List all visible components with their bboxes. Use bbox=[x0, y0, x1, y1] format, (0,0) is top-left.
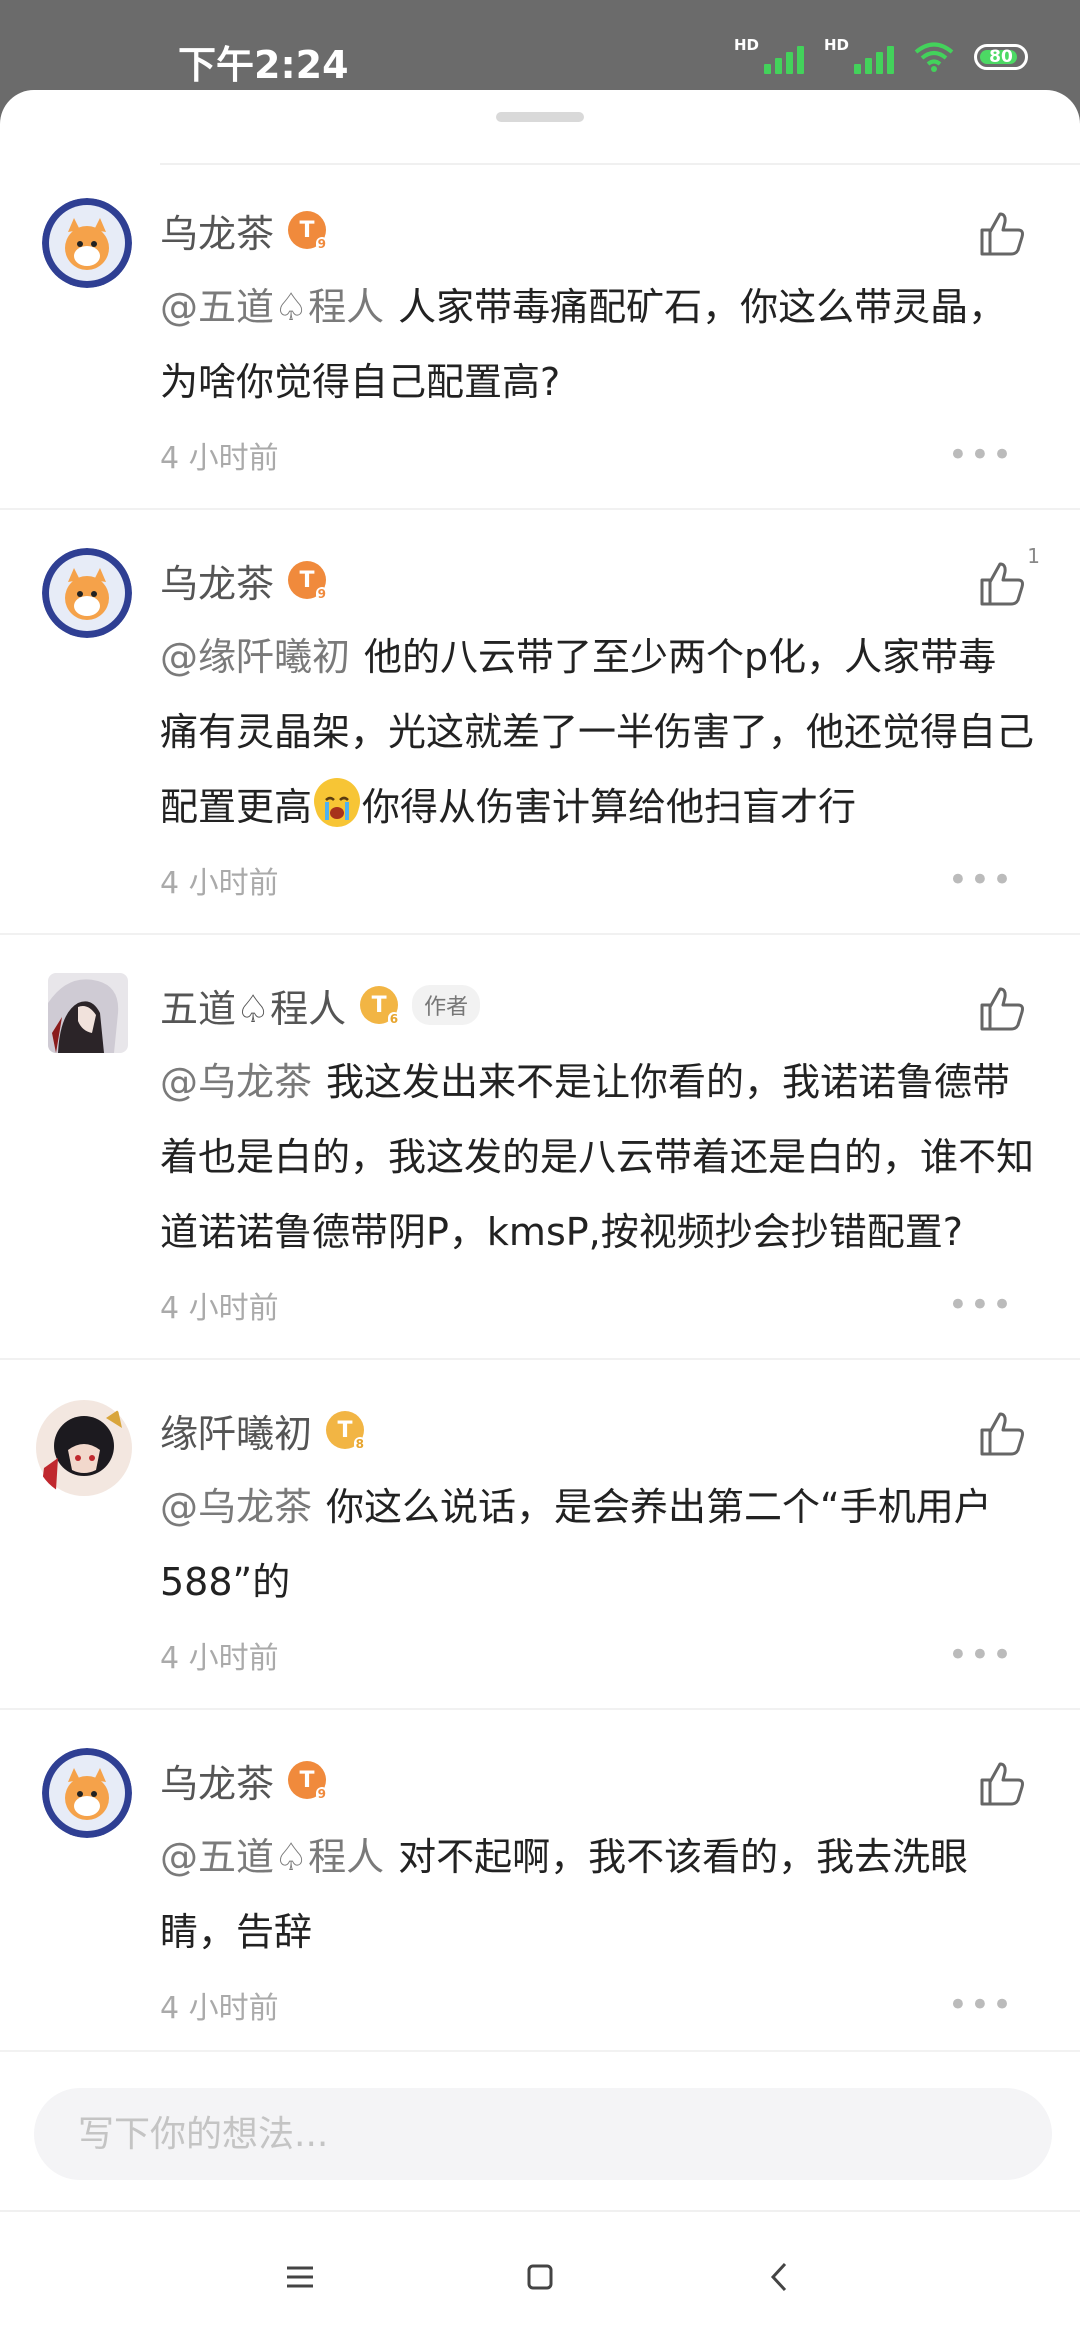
back-chevron-icon[interactable] bbox=[755, 2252, 805, 2302]
comment-time: 4 小时前 bbox=[160, 441, 279, 476]
avatar[interactable] bbox=[42, 1748, 132, 1838]
comment-time: 4 小时前 bbox=[160, 1291, 279, 1326]
avatar[interactable] bbox=[42, 198, 132, 288]
comment-meta: 4 小时前 ••• bbox=[160, 845, 1034, 915]
avatar[interactable] bbox=[48, 973, 128, 1053]
username[interactable]: 五道♤程人 bbox=[160, 978, 346, 1033]
comment-list[interactable]: 乌龙茶 T9 @五道♤程人 人家带毒痛配矿石，你这么带灵晶，为啥你觉得自己配置高?… bbox=[0, 190, 1080, 2140]
divider bbox=[160, 163, 1080, 165]
wifi-icon bbox=[914, 42, 954, 72]
level-badge: T6 bbox=[360, 986, 401, 1026]
mention-link[interactable]: @五道♤程人 bbox=[160, 285, 384, 329]
mention-link[interactable]: @乌龙茶 bbox=[160, 1485, 312, 1529]
comment-item: 乌龙茶 T9 @五道♤程人 人家带毒痛配矿石，你这么带灵晶，为啥你觉得自己配置高?… bbox=[0, 190, 1080, 510]
name-row: 乌龙茶 T9 bbox=[160, 540, 1034, 620]
more-dots-icon[interactable]: ••• bbox=[948, 860, 1014, 900]
comment-sheet: 乌龙茶 T9 @五道♤程人 人家带毒痛配矿石，你这么带灵晶，为啥你觉得自己配置高?… bbox=[0, 90, 1080, 2340]
comment-input-bar bbox=[0, 2050, 1080, 2212]
comment-time: 4 小时前 bbox=[160, 866, 279, 901]
name-row: 缘阡曦初 T8 bbox=[160, 1390, 1034, 1470]
hd-label-2: HD bbox=[824, 36, 850, 54]
thumbs-up-icon[interactable] bbox=[976, 208, 1028, 260]
thumbs-up-icon[interactable] bbox=[976, 1408, 1028, 1460]
status-icons: HD HD 80 bbox=[734, 36, 1028, 74]
username[interactable]: 乌龙茶 bbox=[160, 1753, 274, 1808]
menu-icon[interactable] bbox=[275, 2252, 325, 2302]
comment-item: 五道♤程人 T6 作者 @乌龙茶 我这发出来不是让你看的，我诺诺鲁德带着也是白的，… bbox=[0, 965, 1080, 1360]
drag-handle[interactable] bbox=[496, 112, 584, 122]
username[interactable]: 缘阡曦初 bbox=[160, 1403, 312, 1458]
more-dots-icon[interactable]: ••• bbox=[948, 435, 1014, 475]
comment-text: @乌龙茶 你这么说话，是会养出第二个“手机用户588”的 bbox=[160, 1485, 992, 1604]
comment-text: @五道♤程人 对不起啊，我不该看的，我去洗眼睛，告辞 bbox=[160, 1835, 969, 1954]
comment-meta: 4 小时前 ••• bbox=[160, 1270, 1034, 1340]
thumbs-up-icon[interactable] bbox=[976, 1758, 1028, 1810]
comment-input[interactable] bbox=[34, 2088, 1052, 2180]
comment-text: @缘阡曦初 他的八云带了至少两个p化，人家带毒痛有灵晶架，光这就差了一半伤害了，他… bbox=[160, 635, 1035, 829]
comment-time: 4 小时前 bbox=[160, 1641, 279, 1676]
hd-label: HD bbox=[734, 36, 760, 54]
name-row: 乌龙茶 T9 bbox=[160, 190, 1034, 270]
username[interactable]: 乌龙茶 bbox=[160, 203, 274, 258]
more-dots-icon[interactable]: ••• bbox=[948, 1985, 1014, 2025]
comment-item: 乌龙茶 T9 1 @缘阡曦初 他的八云带了至少两个p化，人家带毒痛有灵晶架，光这就… bbox=[0, 540, 1080, 935]
name-row: 五道♤程人 T6 作者 bbox=[160, 965, 1034, 1045]
comment-meta: 4 小时前 ••• bbox=[160, 1970, 1034, 2040]
more-dots-icon[interactable]: ••• bbox=[948, 1285, 1014, 1325]
crying-emoji-icon bbox=[314, 778, 361, 827]
level-badge: T9 bbox=[288, 561, 329, 601]
system-nav-bar bbox=[0, 2210, 1080, 2340]
thumbs-up-icon[interactable] bbox=[976, 558, 1028, 610]
battery-level: 80 bbox=[989, 47, 1013, 67]
mention-link[interactable]: @缘阡曦初 bbox=[160, 635, 350, 679]
username[interactable]: 乌龙茶 bbox=[160, 553, 274, 608]
avatar[interactable] bbox=[42, 548, 132, 638]
comment-time: 4 小时前 bbox=[160, 1991, 279, 2026]
more-dots-icon[interactable]: ••• bbox=[948, 1635, 1014, 1675]
signal-icon-2: HD bbox=[824, 36, 894, 74]
avatar[interactable] bbox=[34, 1398, 134, 1498]
status-time: 下午2:24 bbox=[178, 43, 349, 87]
comment-item: 乌龙茶 T9 @五道♤程人 对不起啊，我不该看的，我去洗眼睛，告辞 4 小时前 •… bbox=[0, 1740, 1080, 2058]
battery-icon: 80 bbox=[974, 44, 1028, 70]
comment-meta: 4 小时前 ••• bbox=[160, 1620, 1034, 1690]
thumbs-up-icon[interactable] bbox=[976, 983, 1028, 1035]
home-square-icon[interactable] bbox=[515, 2252, 565, 2302]
signal-icon: HD bbox=[734, 36, 804, 74]
name-row: 乌龙茶 T9 bbox=[160, 1740, 1034, 1820]
level-badge: T8 bbox=[326, 1411, 367, 1451]
comment-text: @乌龙茶 我这发出来不是让你看的，我诺诺鲁德带着也是白的，我这发的是八云带着还是白… bbox=[160, 1060, 1035, 1254]
mention-link[interactable]: @五道♤程人 bbox=[160, 1835, 384, 1879]
mention-link[interactable]: @乌龙茶 bbox=[160, 1060, 312, 1104]
level-badge: T9 bbox=[288, 211, 329, 251]
like-count: 1 bbox=[1027, 544, 1040, 568]
comment-item: 缘阡曦初 T8 @乌龙茶 你这么说话，是会养出第二个“手机用户588”的 4 小时… bbox=[0, 1390, 1080, 1710]
comment-meta: 4 小时前 ••• bbox=[160, 420, 1034, 490]
author-tag: 作者 bbox=[412, 985, 481, 1025]
comment-text: @五道♤程人 人家带毒痛配矿石，你这么带灵晶，为啥你觉得自己配置高? bbox=[160, 285, 1007, 404]
level-badge: T9 bbox=[288, 1761, 329, 1801]
status-bar: 下午2:24 HD HD 80 bbox=[0, 0, 1080, 90]
